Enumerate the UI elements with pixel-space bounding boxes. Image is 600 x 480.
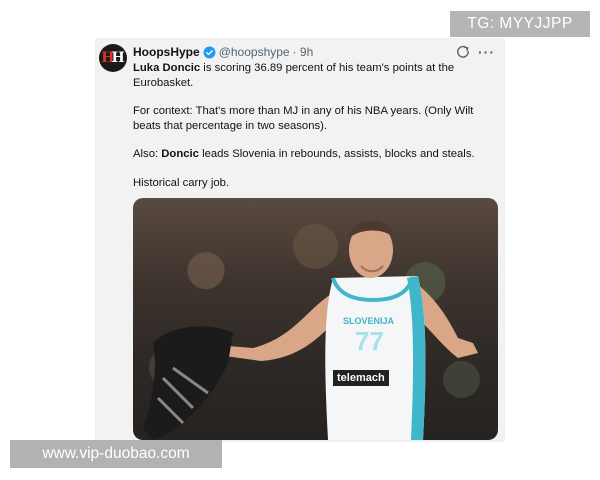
watermark-top: TG: MYYJJPP (450, 11, 590, 37)
avatar[interactable]: HH (99, 44, 127, 72)
timestamp[interactable]: · 9h (293, 45, 314, 59)
tweet-photo[interactable]: SLOVENIJA 77 telemach (133, 198, 498, 440)
player-illustration (143, 220, 478, 440)
handle[interactable]: @hoopshype (219, 45, 290, 59)
tweet-header: HoopsHype @hoopshype · 9h (133, 45, 313, 59)
grok-icon[interactable] (456, 45, 470, 59)
more-icon[interactable]: ··· (478, 44, 495, 60)
jersey-text: SLOVENIJA (343, 316, 395, 326)
para3-bold: Doncic (161, 148, 199, 160)
player-name: Luka Doncic (133, 62, 201, 74)
para3-pre: Also: (133, 148, 162, 160)
verified-badge-icon (203, 46, 216, 58)
jersey-number: 77 (355, 326, 384, 356)
para3-rest: leads Slovenia in rebounds, assists, blo… (198, 148, 475, 160)
sponsor-logo: telemach (333, 370, 389, 386)
tweet-actions-top: ··· (456, 44, 495, 60)
tweet-text: Luka Doncic is scoring 36.89 percent of … (133, 61, 493, 204)
watermark-bottom: www.vip-duobao.com (10, 440, 222, 468)
para2: For context: That's more than MJ in any … (133, 105, 474, 132)
para4: Historical carry job. (133, 176, 230, 189)
display-name[interactable]: HoopsHype (133, 45, 200, 59)
tweet-card[interactable]: HH HoopsHype @hoopshype · 9h ··· Luka Do… (95, 38, 505, 442)
